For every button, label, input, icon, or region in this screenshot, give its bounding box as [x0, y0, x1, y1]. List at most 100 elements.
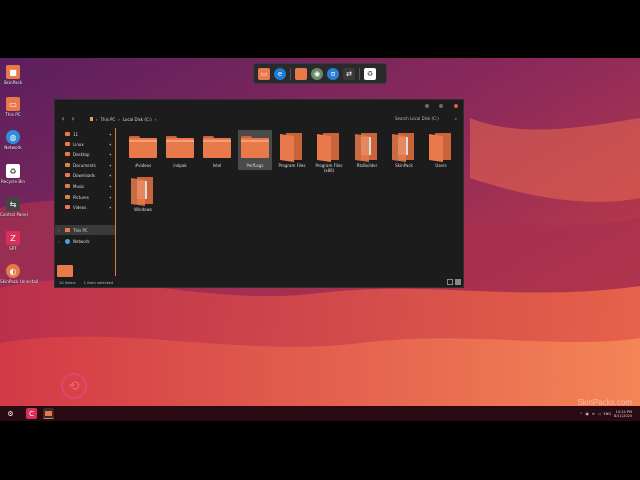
- desktop-icon-control-panel[interactable]: ⇆ Control Panel: [0, 197, 28, 217]
- folder-users[interactable]: Users: [424, 130, 458, 170]
- pin-icon: ✦: [108, 194, 112, 200]
- recycle-bin-icon: ♻: [6, 164, 20, 178]
- watermark: SkinPacks.com: [577, 398, 632, 407]
- search-icon: ⌕: [454, 116, 457, 121]
- folder-icon: [65, 142, 70, 146]
- folder-icon: [65, 132, 70, 136]
- nav-item-pictures[interactable]: Pictures ✦: [55, 192, 115, 202]
- folder-icon: [166, 136, 194, 158]
- clock-date: 8/11/2020: [614, 413, 632, 418]
- control-panel-icon: ⇆: [6, 197, 20, 211]
- letterbox-top: [0, 0, 640, 58]
- minimize-button[interactable]: [425, 104, 429, 108]
- folder-icon: [65, 184, 70, 188]
- chevron-right-icon: ›: [58, 238, 60, 244]
- search-placeholder: Search Local Disk (C:): [395, 116, 439, 121]
- details-view-icon[interactable]: [447, 279, 453, 285]
- desktop-icon-this-pc[interactable]: ▭ This PC: [0, 97, 26, 117]
- folder-icon: [203, 136, 231, 158]
- close-button[interactable]: [454, 104, 458, 108]
- folder-icon[interactable]: [295, 67, 307, 80]
- language-indicator[interactable]: ENG: [604, 412, 612, 416]
- start-menu-icon[interactable]: ⚙: [5, 408, 16, 419]
- folder-icon: [241, 136, 269, 158]
- recycle-icon[interactable]: ♻: [364, 67, 376, 80]
- status-selection: 1 item selected: [83, 280, 114, 285]
- folder-icon: [65, 205, 70, 209]
- status-item-count: 10 items: [59, 280, 76, 285]
- back-arrow-icon[interactable]: ‹: [58, 114, 68, 124]
- folder-rtsbuilder[interactable]: RtsBuilder: [350, 130, 384, 170]
- nav-item-music[interactable]: Music ✦: [55, 181, 115, 191]
- breadcrumb-chevron-icon: ›: [118, 116, 120, 122]
- pin-icon: ✦: [108, 204, 112, 210]
- volume-icon[interactable]: ◁: [598, 412, 601, 416]
- chevron-up-icon[interactable]: ^: [580, 412, 583, 416]
- breadcrumb[interactable]: › This PC › Local Disk (C:) ›: [90, 117, 156, 122]
- dock-separator: [290, 67, 291, 80]
- nav-item-this-pc[interactable]: › This PC: [55, 225, 115, 235]
- app-icon[interactable]: C: [26, 408, 37, 419]
- pin-icon: ✦: [108, 131, 112, 137]
- file-explorer-taskbar-icon[interactable]: [43, 408, 54, 419]
- uninstall-icon: ◐: [6, 264, 20, 278]
- nav-item-videos[interactable]: Videos ✦: [55, 202, 115, 212]
- folder-indpak[interactable]: indpak: [163, 130, 197, 170]
- breadcrumb-this-pc[interactable]: This PC: [101, 117, 116, 122]
- monitor-icon[interactable]: ▭: [258, 67, 270, 80]
- folder-program-files-x86[interactable]: Program Files (x86): [312, 130, 346, 172]
- maximize-button[interactable]: [439, 104, 443, 108]
- open-folder-icon: [280, 133, 304, 162]
- wifi-icon[interactable]: ≋: [592, 412, 595, 416]
- nav-item-network[interactable]: › Network: [55, 236, 115, 246]
- desktop-icon-network[interactable]: ◍ Network: [0, 130, 26, 150]
- folder-icon: [65, 173, 70, 177]
- computer-icon: ▭: [6, 97, 20, 111]
- clock[interactable]: 10:24 PM 8/11/2020: [614, 410, 632, 418]
- drive-icon: [90, 117, 93, 121]
- desktop-icon-recycle-bin[interactable]: ♻ Recycle Bin: [0, 164, 26, 184]
- pin-icon: ✦: [108, 183, 112, 189]
- breadcrumb-local-disk[interactable]: Local Disk (C:): [123, 117, 152, 122]
- large-icons-view-icon[interactable]: [455, 279, 461, 285]
- folder-icon: [65, 163, 70, 167]
- folder-program-files[interactable]: Program Files: [275, 130, 309, 170]
- pin-icon: ✦: [108, 162, 112, 168]
- nav-item-downloads[interactable]: Downloads ✦: [55, 170, 115, 180]
- desktop-icon-uninstall[interactable]: ◐ SkinPack Uninstall: [0, 264, 38, 284]
- breadcrumb-chevron-icon: ›: [96, 116, 98, 122]
- open-folder-with-document-icon: [392, 133, 416, 162]
- folder-intel[interactable]: Intel: [200, 130, 234, 170]
- nav-item-linux[interactable]: Linux ✦: [55, 139, 115, 149]
- navigation-pane: 11 ✦ Linux ✦ Desktop ✦ Documents ✦ Downl…: [55, 128, 116, 276]
- shield-icon[interactable]: ʊ: [327, 67, 339, 80]
- letterbox-bottom: [0, 421, 640, 480]
- nav-item-documents[interactable]: Documents ✦: [55, 160, 115, 170]
- toggle-icon[interactable]: ⇄: [343, 67, 355, 80]
- taskbar: ⚙ C ^ ▣ ≋ ◁ ENG 10:24 PM 8/11/2020: [0, 406, 640, 421]
- open-folder-with-document-icon: [355, 133, 379, 162]
- folder-skinpack[interactable]: SkinPack: [387, 130, 421, 170]
- chevron-right-icon: ›: [58, 227, 60, 233]
- nav-item-desktop[interactable]: Desktop ✦: [55, 149, 115, 159]
- pin-icon: ✦: [108, 141, 112, 147]
- screen: ■ SkinPack ▭ This PC ◍ Network ♻ Recycle…: [0, 0, 640, 480]
- browser-icon[interactable]: e: [274, 67, 286, 80]
- network-icon: [65, 238, 70, 244]
- folder-icon: [65, 195, 70, 199]
- folder-videos[interactable]: #videos: [126, 130, 160, 170]
- forward-arrow-icon[interactable]: ›: [68, 114, 78, 124]
- nav-item-11[interactable]: 11 ✦: [55, 129, 115, 139]
- folder-content-area: #videos indpak Intel PerfLogs Program Fi…: [117, 128, 463, 276]
- folder-windows[interactable]: Windows: [126, 174, 160, 214]
- search-input[interactable]: Search Local Disk (C:) ⌕: [395, 114, 457, 123]
- folder-icon: [129, 136, 157, 158]
- open-folder-icon: [317, 133, 341, 162]
- title-bar[interactable]: [55, 100, 463, 112]
- skinpacks-logo-icon: ⟲: [61, 373, 87, 399]
- folder-perflogs[interactable]: PerfLogs: [238, 130, 272, 170]
- record-icon[interactable]: ◉: [311, 67, 323, 80]
- network-icon[interactable]: ▣: [586, 412, 589, 416]
- desktop-icon-skinpack[interactable]: ■ SkinPack: [0, 65, 26, 85]
- desktop-icon-spt[interactable]: Z SPT: [0, 231, 26, 251]
